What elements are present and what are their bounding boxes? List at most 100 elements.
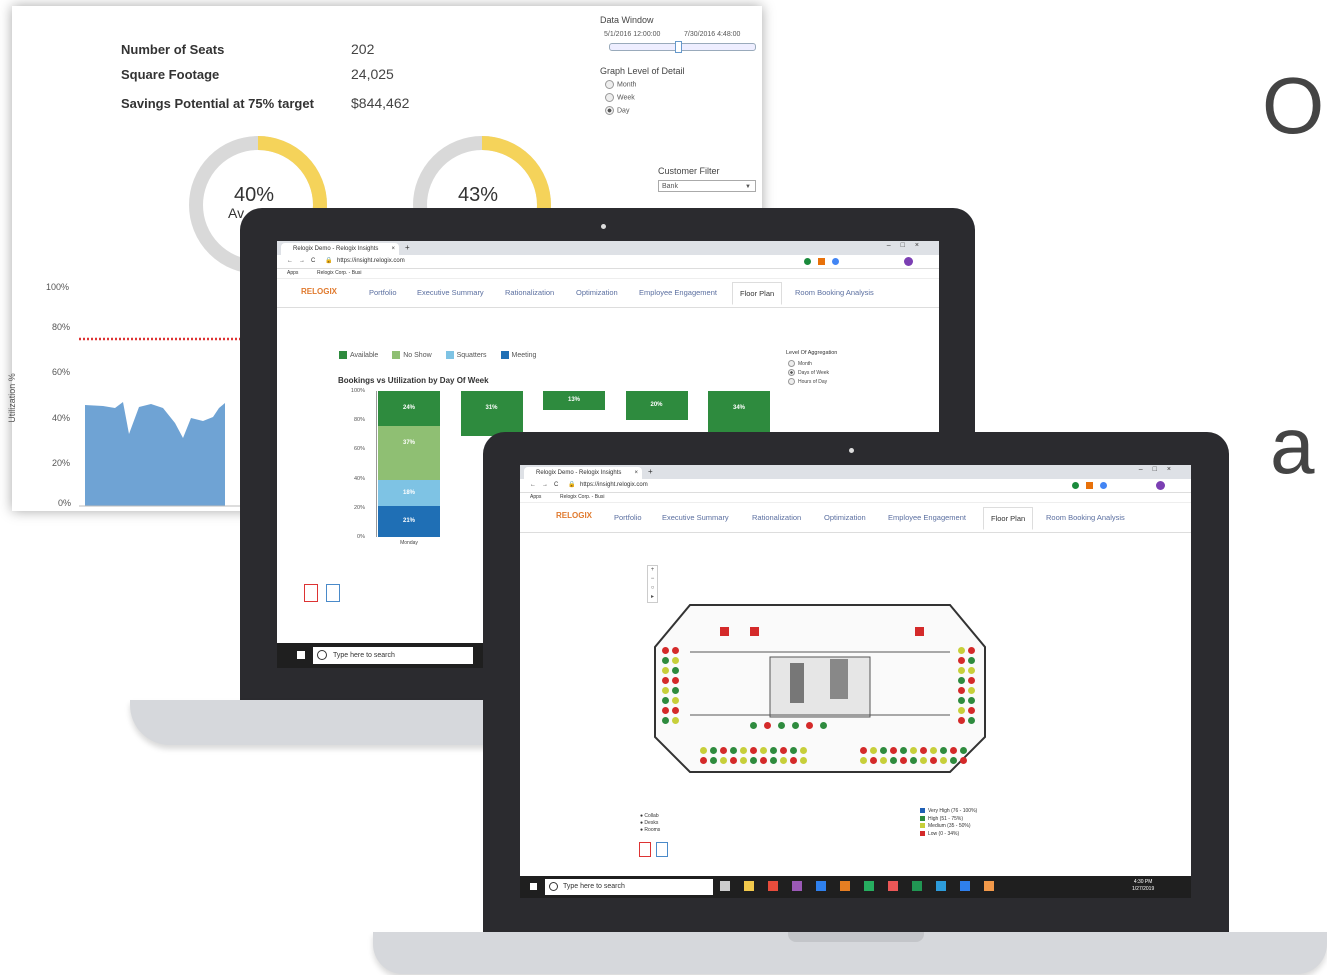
- reload-icon[interactable]: C: [554, 479, 558, 492]
- seat-dot[interactable]: [778, 722, 785, 729]
- window-controls[interactable]: –□×: [1139, 466, 1181, 473]
- seat-dot[interactable]: [960, 747, 967, 754]
- bar-segment-available[interactable]: 20%: [625, 391, 688, 421]
- seat-dot[interactable]: [760, 757, 767, 764]
- floor-plan-map[interactable]: [650, 597, 990, 775]
- taskbar-app-icon[interactable]: [792, 881, 802, 891]
- forward-icon[interactable]: →: [542, 479, 548, 492]
- forward-icon[interactable]: →: [299, 255, 305, 268]
- seat-dot[interactable]: [740, 757, 747, 764]
- profile-avatar[interactable]: [904, 257, 913, 266]
- seat-dot[interactable]: [968, 717, 975, 724]
- bar-segment-available[interactable]: 24%: [378, 391, 440, 427]
- seat-dot[interactable]: [958, 707, 965, 714]
- taskbar-app-icon[interactable]: [984, 881, 994, 891]
- aggregation-radio-month[interactable]: Month: [788, 360, 812, 367]
- taskbar-app-icon[interactable]: [744, 881, 754, 891]
- seat-dot[interactable]: [662, 657, 669, 664]
- seat-dot[interactable]: [920, 747, 927, 754]
- extension-icon[interactable]: [1086, 482, 1093, 489]
- seat-dot[interactable]: [968, 667, 975, 674]
- customer-filter-select[interactable]: Bank ▼: [658, 180, 756, 192]
- new-tab-icon[interactable]: +: [648, 467, 653, 476]
- tab-portfolio[interactable]: Portfolio: [369, 288, 397, 297]
- seat-dot[interactable]: [920, 757, 927, 764]
- tab-rationalization[interactable]: Rationalization: [505, 288, 554, 297]
- room-marker[interactable]: [750, 627, 759, 636]
- seat-dot[interactable]: [672, 697, 679, 704]
- seat-dot[interactable]: [672, 677, 679, 684]
- seat-dot[interactable]: [940, 747, 947, 754]
- seat-dot[interactable]: [662, 677, 669, 684]
- seat-dot[interactable]: [870, 747, 877, 754]
- pdf-icon[interactable]: [304, 584, 318, 602]
- taskbar-search-input[interactable]: Type here to search: [313, 647, 473, 664]
- seat-dot[interactable]: [968, 657, 975, 664]
- seat-dot[interactable]: [968, 677, 975, 684]
- new-tab-icon[interactable]: +: [405, 243, 410, 252]
- seat-dot[interactable]: [750, 722, 757, 729]
- radio-day[interactable]: Day: [605, 106, 629, 115]
- bar-segment-available[interactable]: 13%: [543, 391, 605, 410]
- seat-dot[interactable]: [950, 747, 957, 754]
- browser-tab[interactable]: Relogix Demo - Relogix Insights ×: [281, 243, 399, 255]
- room-marker[interactable]: [915, 627, 924, 636]
- seat-dot[interactable]: [960, 757, 967, 764]
- tab-executive-summary[interactable]: Executive Summary: [417, 288, 484, 297]
- seat-dot[interactable]: [760, 747, 767, 754]
- seat-dot[interactable]: [750, 757, 757, 764]
- bookmark-apps[interactable]: Apps: [287, 268, 298, 278]
- seat-dot[interactable]: [950, 757, 957, 764]
- aggregation-radio-hours[interactable]: Hours of Day: [788, 378, 827, 385]
- seat-dot[interactable]: [958, 657, 965, 664]
- seat-dot[interactable]: [790, 747, 797, 754]
- seat-dot[interactable]: [662, 707, 669, 714]
- windows-start-icon[interactable]: [297, 651, 305, 659]
- taskbar-app-icon[interactable]: [768, 881, 778, 891]
- seat-dot[interactable]: [958, 647, 965, 654]
- close-icon[interactable]: ×: [391, 243, 395, 255]
- windows-start-icon[interactable]: [530, 883, 537, 890]
- extension-icon[interactable]: [804, 258, 811, 265]
- seat-dot[interactable]: [880, 757, 887, 764]
- seat-dot[interactable]: [672, 687, 679, 694]
- seat-dot[interactable]: [700, 747, 707, 754]
- taskbar-app-icon[interactable]: [864, 881, 874, 891]
- bar-segment-available[interactable]: 31%: [460, 391, 523, 437]
- seat-dot[interactable]: [968, 697, 975, 704]
- browser-tab[interactable]: Relogix Demo - Relogix Insights ×: [524, 467, 642, 479]
- seat-dot[interactable]: [770, 747, 777, 754]
- seat-dot[interactable]: [958, 687, 965, 694]
- tab-optimization[interactable]: Optimization: [824, 513, 866, 522]
- seat-dot[interactable]: [662, 667, 669, 674]
- taskbar-app-icon[interactable]: [960, 881, 970, 891]
- radio-week[interactable]: Week: [605, 93, 635, 102]
- extension-icon[interactable]: [818, 258, 825, 265]
- tab-employee-engagement[interactable]: Employee Engagement: [888, 513, 966, 522]
- taskbar-clock[interactable]: 4:30 PM 1/27/2019: [1132, 879, 1154, 893]
- tab-portfolio[interactable]: Portfolio: [614, 513, 642, 522]
- data-window-slider[interactable]: [609, 41, 756, 53]
- seat-dot[interactable]: [672, 647, 679, 654]
- seat-dot[interactable]: [930, 757, 937, 764]
- seat-dot[interactable]: [930, 747, 937, 754]
- seat-dot[interactable]: [860, 747, 867, 754]
- radio-month[interactable]: Month: [605, 80, 636, 89]
- extension-icon[interactable]: [1100, 482, 1107, 489]
- tab-room-booking-analysis[interactable]: Room Booking Analysis: [1046, 513, 1125, 522]
- seat-dot[interactable]: [910, 747, 917, 754]
- tab-floor-plan[interactable]: Floor Plan: [983, 507, 1034, 530]
- seat-dot[interactable]: [672, 657, 679, 664]
- seat-dot[interactable]: [672, 717, 679, 724]
- taskbar-search-input[interactable]: Type here to search: [545, 879, 713, 895]
- seat-dot[interactable]: [770, 757, 777, 764]
- url-text[interactable]: https://insight.relogix.com: [580, 479, 648, 492]
- reload-icon[interactable]: C: [311, 255, 315, 268]
- tab-optimization[interactable]: Optimization: [576, 288, 618, 297]
- seat-dot[interactable]: [900, 747, 907, 754]
- seat-dot[interactable]: [860, 757, 867, 764]
- bookmark-relogix[interactable]: Relogix Corp. - Busi: [317, 268, 361, 278]
- seat-dot[interactable]: [780, 747, 787, 754]
- seat-dot[interactable]: [910, 757, 917, 764]
- seat-dot[interactable]: [730, 747, 737, 754]
